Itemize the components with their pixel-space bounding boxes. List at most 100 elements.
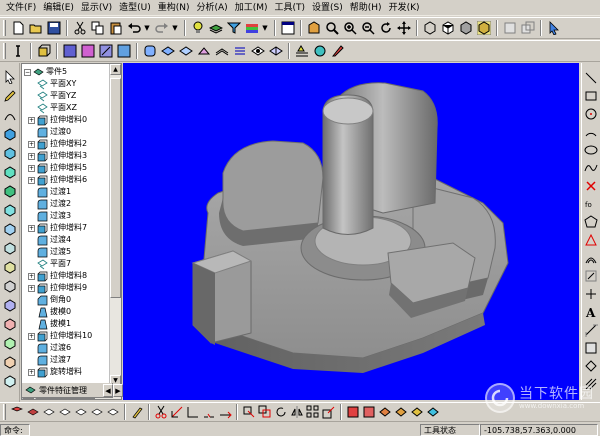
surface-extend-icon[interactable] [2, 334, 18, 351]
menu-item[interactable]: 工具(T) [272, 1, 310, 15]
tree-node[interactable]: + 拉伸增料2 [24, 138, 110, 150]
paste-icon[interactable] [108, 20, 124, 36]
copy-entity-icon[interactable] [258, 404, 272, 420]
edit-curve-icon[interactable] [2, 106, 18, 123]
fillet-icon[interactable] [142, 43, 158, 59]
snap-mid-icon[interactable] [42, 404, 56, 420]
pencil-icon[interactable] [2, 87, 18, 104]
surface-icon[interactable] [2, 201, 18, 218]
menu-item[interactable]: 帮助(H) [348, 1, 387, 15]
menu-item[interactable]: 设置(S) [310, 1, 348, 15]
tree-vertical-scrollbar[interactable]: ▲ ▼ [109, 64, 121, 386]
menu-item[interactable]: 文件(F) [4, 1, 41, 15]
redo-icon[interactable] [154, 20, 170, 36]
color-change-icon[interactable] [426, 404, 440, 420]
stretch-icon[interactable] [218, 404, 232, 420]
rib-icon[interactable] [214, 43, 230, 59]
scale-icon[interactable] [322, 404, 336, 420]
tree-node[interactable]: 过渡4 [24, 234, 110, 246]
expand-icon[interactable]: + [28, 176, 35, 184]
extend-icon[interactable] [170, 404, 184, 420]
hidden-line-icon[interactable] [440, 20, 456, 36]
text-icon[interactable]: A [583, 304, 599, 320]
surface-loft-icon[interactable] [2, 220, 18, 237]
layer-icon[interactable] [208, 20, 224, 36]
expand-icon[interactable]: + [28, 368, 35, 376]
corner-icon[interactable] [186, 404, 200, 420]
sweep-icon[interactable] [98, 43, 114, 59]
copy-icon[interactable] [90, 20, 106, 36]
solid-cyl-icon[interactable] [2, 144, 18, 161]
point-icon[interactable] [583, 178, 599, 194]
layer-edit-icon[interactable] [583, 340, 599, 356]
tree-node[interactable]: + 拉伸增料5 [24, 162, 110, 174]
scroll-thumb[interactable] [110, 78, 121, 298]
toolbar-grip[interactable] [3, 404, 6, 420]
scissors-icon[interactable] [154, 404, 168, 420]
snap-perp-icon[interactable] [90, 404, 104, 420]
constraint-icon[interactable] [583, 358, 599, 374]
zoom-out-icon[interactable] [360, 20, 376, 36]
formula-curve-icon[interactable]: fo [583, 196, 599, 212]
tree-node[interactable]: 拔模1 [24, 318, 110, 330]
window-icon[interactable] [280, 20, 296, 36]
sketch-icon[interactable] [10, 43, 26, 59]
model-viewport[interactable] [123, 63, 579, 400]
toolbar-grip[interactable] [3, 43, 6, 59]
menu-item[interactable]: 造型(U) [117, 1, 156, 15]
surface-fill-icon[interactable] [2, 277, 18, 294]
rotate-icon[interactable] [378, 20, 394, 36]
hole-icon[interactable] [250, 43, 266, 59]
tree-node[interactable]: + 拉伸增料7 [24, 222, 110, 234]
tree-node[interactable]: 过渡0 [24, 126, 110, 138]
tree-node[interactable]: 过渡3 [24, 210, 110, 222]
surface-sweep-icon[interactable] [2, 239, 18, 256]
extrude-icon[interactable] [36, 43, 52, 59]
pattern-icon[interactable] [232, 43, 248, 59]
tree-node[interactable]: + 旋转增料 [24, 366, 110, 378]
feature-manager-tab[interactable]: 零件特征管理 [21, 383, 113, 398]
tree-node[interactable]: 拔模0 [24, 306, 110, 318]
rectangle-icon[interactable] [583, 88, 599, 104]
tree-node[interactable]: 平面XY [24, 78, 110, 90]
hide-icon[interactable] [378, 404, 392, 420]
view-front-icon[interactable] [502, 20, 518, 36]
menu-item[interactable]: 开发(K) [387, 1, 425, 15]
pan-icon[interactable] [396, 20, 412, 36]
revolve-icon[interactable] [80, 43, 96, 59]
tree-node[interactable]: + 拉伸增料10 [24, 330, 110, 342]
toolbar-grip[interactable] [3, 20, 6, 36]
tree-node[interactable]: 过渡1 [24, 186, 110, 198]
surface-offset-icon[interactable] [2, 315, 18, 332]
tree-node[interactable]: 过渡2 [24, 198, 110, 210]
solid-box-icon[interactable] [2, 125, 18, 142]
triangle-icon[interactable] [583, 232, 599, 248]
snap-center-icon[interactable] [58, 404, 72, 420]
expand-icon[interactable]: + [28, 140, 35, 148]
draft-icon[interactable] [196, 43, 212, 59]
tree-node[interactable]: + 拉伸增料3 [24, 150, 110, 162]
dimension-icon[interactable] [583, 322, 599, 338]
collapse-icon[interactable]: − [24, 68, 31, 76]
measure-icon[interactable] [294, 43, 310, 59]
polygon-icon[interactable] [583, 214, 599, 230]
zoom-in-icon[interactable] [342, 20, 358, 36]
tree-node[interactable]: 平面YZ [24, 90, 110, 102]
mirror-icon[interactable] [268, 43, 284, 59]
surface-join-icon[interactable] [2, 296, 18, 313]
menu-item[interactable]: 重构(N) [156, 1, 195, 15]
view-iso-icon[interactable] [520, 20, 536, 36]
expand-icon[interactable]: + [28, 152, 35, 160]
projection-icon[interactable] [583, 268, 599, 284]
feature-brush-icon[interactable] [330, 43, 346, 59]
cut-icon[interactable] [72, 20, 88, 36]
delete-icon[interactable] [346, 404, 360, 420]
chamfer-icon[interactable] [160, 43, 176, 59]
loft-icon[interactable] [116, 43, 132, 59]
rotate-entity-icon[interactable] [274, 404, 288, 420]
new-file-icon[interactable] [10, 20, 26, 36]
chevron-down-icon[interactable]: ▼ [143, 20, 151, 36]
save-icon[interactable] [46, 20, 62, 36]
lightbulb-icon[interactable] [190, 20, 206, 36]
expand-icon[interactable]: + [28, 224, 35, 232]
